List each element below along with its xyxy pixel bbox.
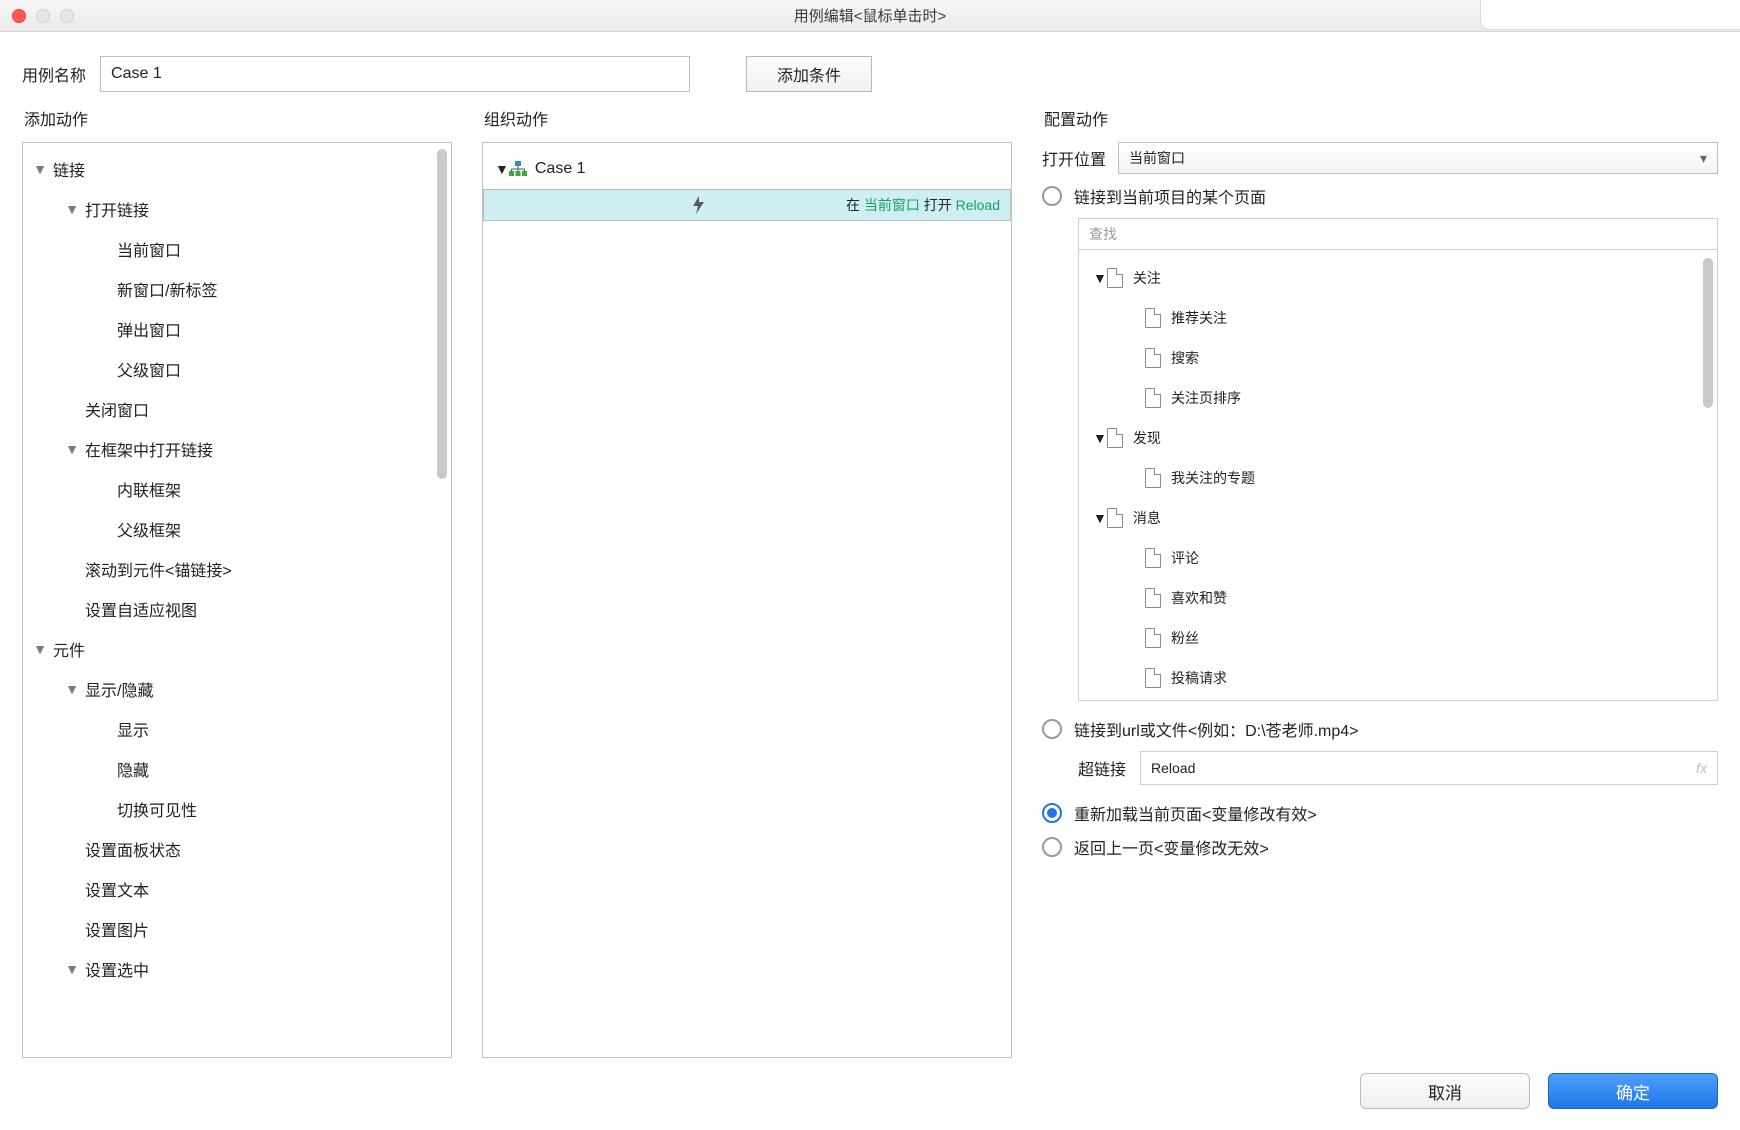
tree-item-hide[interactable]: 隐藏 bbox=[23, 749, 451, 789]
hyperlink-label: 超链接 bbox=[1078, 756, 1126, 780]
case-name-label: 用例名称 bbox=[22, 62, 86, 86]
tree-item-current-window[interactable]: 当前窗口 bbox=[23, 229, 451, 269]
radio-back[interactable] bbox=[1042, 837, 1062, 857]
radio-link-url[interactable] bbox=[1042, 719, 1062, 739]
tree-item-popup[interactable]: 弹出窗口 bbox=[23, 309, 451, 349]
page-icon bbox=[1107, 428, 1123, 448]
open-in-select[interactable]: 当前窗口 ▾ bbox=[1118, 142, 1718, 174]
page-icon bbox=[1145, 588, 1161, 608]
page-tree: ▼关注 推荐关注 搜索 关注页排序 ▼发现 我关注的专题 ▼消息 评论 喜欢和赞… bbox=[1079, 250, 1717, 700]
page-icon bbox=[1145, 468, 1161, 488]
tree-item-set-image[interactable]: 设置图片 bbox=[23, 909, 451, 949]
dialog-footer: 取消 确定 bbox=[0, 1068, 1740, 1130]
radio-back-label: 返回上一页<变量修改无效> bbox=[1074, 835, 1269, 859]
page-node[interactable]: ▼关注 bbox=[1079, 258, 1717, 298]
tree-item-show[interactable]: 显示 bbox=[23, 709, 451, 749]
tree-item-close-window[interactable]: 关闭窗口 bbox=[23, 389, 451, 429]
case-name-row: 用例名称 添加条件 bbox=[0, 32, 1740, 106]
open-in-value: 当前窗口 bbox=[1129, 148, 1185, 168]
page-node[interactable]: 评论 bbox=[1079, 538, 1717, 578]
scrollbar[interactable] bbox=[437, 149, 447, 479]
add-condition-button[interactable]: 添加条件 bbox=[746, 56, 872, 92]
action-node[interactable]: 在 当前窗口 打开 Reload bbox=[483, 189, 1011, 221]
radio-reload[interactable] bbox=[1042, 803, 1062, 823]
tree-group-links[interactable]: ▼链接 bbox=[23, 149, 451, 189]
window-title: 用例编辑<鼠标单击时> bbox=[0, 5, 1740, 26]
tree-item-set-adaptive[interactable]: 设置自适应视图 bbox=[23, 589, 451, 629]
configure-heading: 配置动作 bbox=[1044, 106, 1718, 130]
page-node[interactable]: 推荐关注 bbox=[1079, 298, 1717, 338]
fx-icon[interactable]: fx bbox=[1696, 760, 1707, 776]
radio-link-url-label: 链接到url或文件<例如：D:\苍老师.mp4> bbox=[1074, 717, 1359, 741]
page-icon bbox=[1145, 308, 1161, 328]
ok-button[interactable]: 确定 bbox=[1548, 1073, 1718, 1109]
organize-heading: 组织动作 bbox=[484, 106, 1012, 130]
tree-item-inline-frame[interactable]: 内联框架 bbox=[23, 469, 451, 509]
page-node[interactable]: 关注页排序 bbox=[1079, 378, 1717, 418]
tree-group-open-in-frame[interactable]: ▼在框架中打开链接 bbox=[23, 429, 451, 469]
radio-link-page[interactable] bbox=[1042, 186, 1062, 206]
page-node[interactable]: ▼消息 bbox=[1079, 498, 1717, 538]
tree-group-set-select[interactable]: ▼设置选中 bbox=[23, 949, 451, 989]
page-search-input[interactable]: 查找 bbox=[1078, 218, 1718, 250]
action-node-label: 在 当前窗口 打开 Reload bbox=[846, 195, 1000, 215]
configure-panel: 打开位置 当前窗口 ▾ 链接到当前项目的某个页面 查找 ▼关注 推荐关注 搜索 … bbox=[1042, 142, 1718, 1058]
page-icon bbox=[1145, 548, 1161, 568]
tree-item-parent-window[interactable]: 父级窗口 bbox=[23, 349, 451, 389]
action-tree-panel: ▼链接 ▼打开链接 当前窗口 新窗口/新标签 弹出窗口 父级窗口 关闭窗口 ▼在… bbox=[22, 142, 452, 1058]
tree-item-parent-frame[interactable]: 父级框架 bbox=[23, 509, 451, 549]
tree-group-show-hide[interactable]: ▼显示/隐藏 bbox=[23, 669, 451, 709]
case-node[interactable]: ▼ Case 1 bbox=[483, 149, 1011, 189]
add-action-heading: 添加动作 bbox=[24, 106, 452, 130]
tree-item-new-window[interactable]: 新窗口/新标签 bbox=[23, 269, 451, 309]
tree-group-open-link[interactable]: ▼打开链接 bbox=[23, 189, 451, 229]
page-node[interactable]: ▼发现 bbox=[1079, 418, 1717, 458]
hyperlink-input[interactable]: Reload fx bbox=[1140, 751, 1718, 785]
tree-item-set-text[interactable]: 设置文本 bbox=[23, 869, 451, 909]
case-node-label: Case 1 bbox=[535, 160, 586, 178]
hyperlink-value: Reload bbox=[1151, 760, 1195, 776]
tree-group-widgets[interactable]: ▼元件 bbox=[23, 629, 451, 669]
tree-item-panel-state[interactable]: 设置面板状态 bbox=[23, 829, 451, 869]
page-node[interactable]: 喜欢和赞 bbox=[1079, 578, 1717, 618]
page-node[interactable]: 我关注的专题 bbox=[1079, 458, 1717, 498]
page-icon bbox=[1145, 668, 1161, 688]
titlebar: 用例编辑<鼠标单击时> bbox=[0, 0, 1740, 32]
page-node[interactable]: 搜索 bbox=[1079, 338, 1717, 378]
titlebar-notch bbox=[1480, 0, 1740, 30]
radio-link-page-label: 链接到当前项目的某个页面 bbox=[1074, 184, 1266, 208]
page-icon bbox=[1107, 268, 1123, 288]
radio-reload-label: 重新加载当前页面<变量修改有效> bbox=[1074, 801, 1317, 825]
page-icon bbox=[1145, 628, 1161, 648]
page-node[interactable]: 投稿请求 bbox=[1079, 658, 1717, 698]
page-icon bbox=[1145, 348, 1161, 368]
organize-panel: ▼ Case 1 在 当前窗口 打开 Reload bbox=[482, 142, 1012, 1058]
page-node[interactable]: 粉丝 bbox=[1079, 618, 1717, 658]
bolt-icon bbox=[689, 196, 707, 214]
page-picker: 查找 ▼关注 推荐关注 搜索 关注页排序 ▼发现 我关注的专题 ▼消息 评论 喜… bbox=[1078, 218, 1718, 701]
page-icon bbox=[1145, 388, 1161, 408]
scrollbar[interactable] bbox=[1703, 258, 1713, 408]
cancel-button[interactable]: 取消 bbox=[1360, 1073, 1530, 1109]
tree-item-scroll-anchor[interactable]: 滚动到元件<锚链接> bbox=[23, 549, 451, 589]
sitemap-icon bbox=[509, 160, 527, 178]
tree-item-toggle-visibility[interactable]: 切换可见性 bbox=[23, 789, 451, 829]
case-name-input[interactable] bbox=[100, 56, 690, 92]
open-in-label: 打开位置 bbox=[1042, 146, 1106, 170]
chevron-down-icon: ▾ bbox=[1700, 150, 1707, 167]
page-icon bbox=[1107, 508, 1123, 528]
